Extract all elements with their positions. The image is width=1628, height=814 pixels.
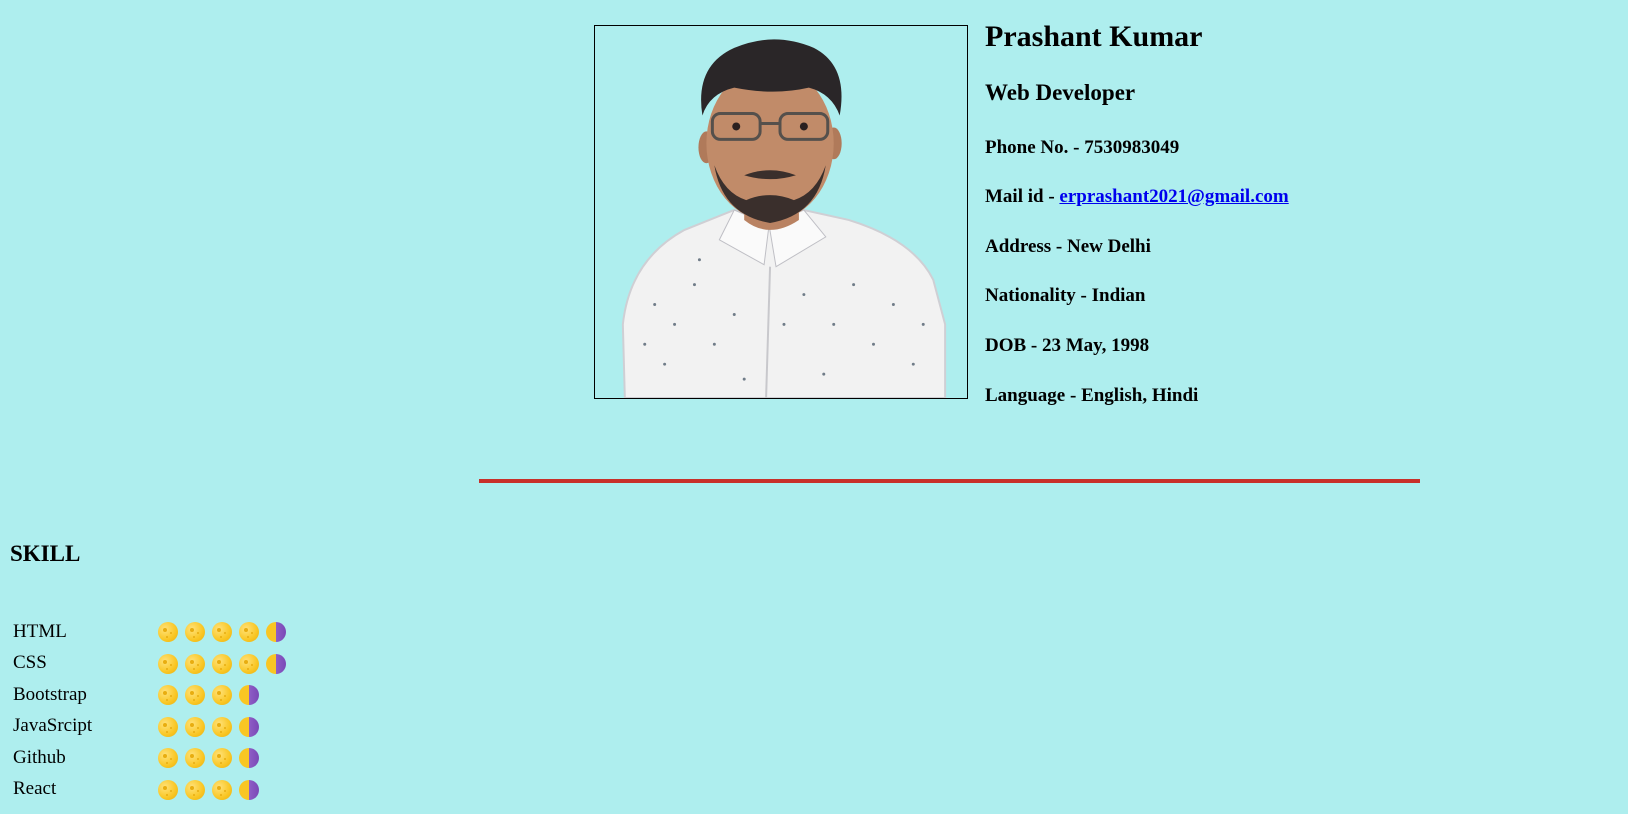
full-moon-icon	[239, 653, 259, 674]
language-text: Language - English, Hindi	[985, 385, 1199, 406]
half-moon-icon	[239, 779, 259, 800]
full-moon-icon	[212, 622, 232, 643]
half-moon-icon	[266, 653, 286, 674]
full-moon-icon	[212, 685, 232, 706]
full-moon-icon	[212, 748, 232, 769]
full-moon-icon	[185, 622, 205, 643]
skill-row: JavaSrcipt	[10, 711, 293, 743]
skill-rating	[158, 774, 293, 806]
full-moon-icon	[158, 716, 178, 737]
full-moon-icon	[212, 779, 232, 800]
skill-row: Bootstrap	[10, 679, 293, 711]
skill-name: React	[13, 778, 57, 800]
skill-rating	[158, 616, 293, 648]
half-moon-icon	[239, 685, 259, 706]
skill-rating	[158, 711, 293, 743]
full-moon-icon	[158, 622, 178, 643]
skill-name: CSS	[13, 652, 47, 674]
full-moon-icon	[158, 653, 178, 674]
mail-row: Mail id - erprashant2021@gmail.com	[985, 186, 1289, 208]
full-moon-icon	[185, 779, 205, 800]
skill-name: JavaSrcipt	[13, 715, 93, 737]
skill-name: Github	[13, 746, 66, 768]
profile-title: Web Developer	[985, 80, 1136, 105]
profile-photo	[594, 25, 968, 399]
full-moon-icon	[239, 622, 259, 643]
full-moon-icon	[158, 748, 178, 769]
profile-name: Prashant Kumar	[985, 20, 1203, 53]
full-moon-icon	[212, 716, 232, 737]
half-moon-icon	[239, 716, 259, 737]
full-moon-icon	[185, 748, 205, 769]
skill-row: CSS	[10, 648, 293, 680]
skill-row: React	[10, 774, 293, 806]
dob-text: DOB - 23 May, 1998	[985, 335, 1150, 356]
address-text: Address - New Delhi	[985, 236, 1151, 257]
mail-label: Mail id -	[985, 186, 1060, 207]
half-moon-icon	[266, 622, 286, 643]
skill-name: HTML	[13, 620, 67, 642]
full-moon-icon	[158, 685, 178, 706]
full-moon-icon	[185, 653, 205, 674]
skills-table: HTML CSS Bootstrap JavaSrcipt Github React	[10, 616, 293, 805]
skill-rating	[158, 648, 293, 680]
email-link[interactable]: erprashant2021@gmail.com	[1059, 186, 1288, 207]
full-moon-icon	[212, 653, 232, 674]
phone-text: Phone No. - 7530983049	[985, 137, 1180, 158]
nationality-text: Nationality - Indian	[985, 285, 1146, 306]
skill-row: Github	[10, 742, 293, 774]
profile-photo-image	[595, 26, 967, 398]
full-moon-icon	[158, 779, 178, 800]
skill-name: Bootstrap	[13, 683, 87, 705]
skill-rating	[158, 679, 293, 711]
skill-row: HTML	[10, 616, 293, 648]
skill-heading: SKILL	[10, 541, 81, 566]
full-moon-icon	[185, 685, 205, 706]
section-divider	[479, 479, 1420, 483]
full-moon-icon	[185, 716, 205, 737]
half-moon-icon	[239, 748, 259, 769]
skill-rating	[158, 742, 293, 774]
